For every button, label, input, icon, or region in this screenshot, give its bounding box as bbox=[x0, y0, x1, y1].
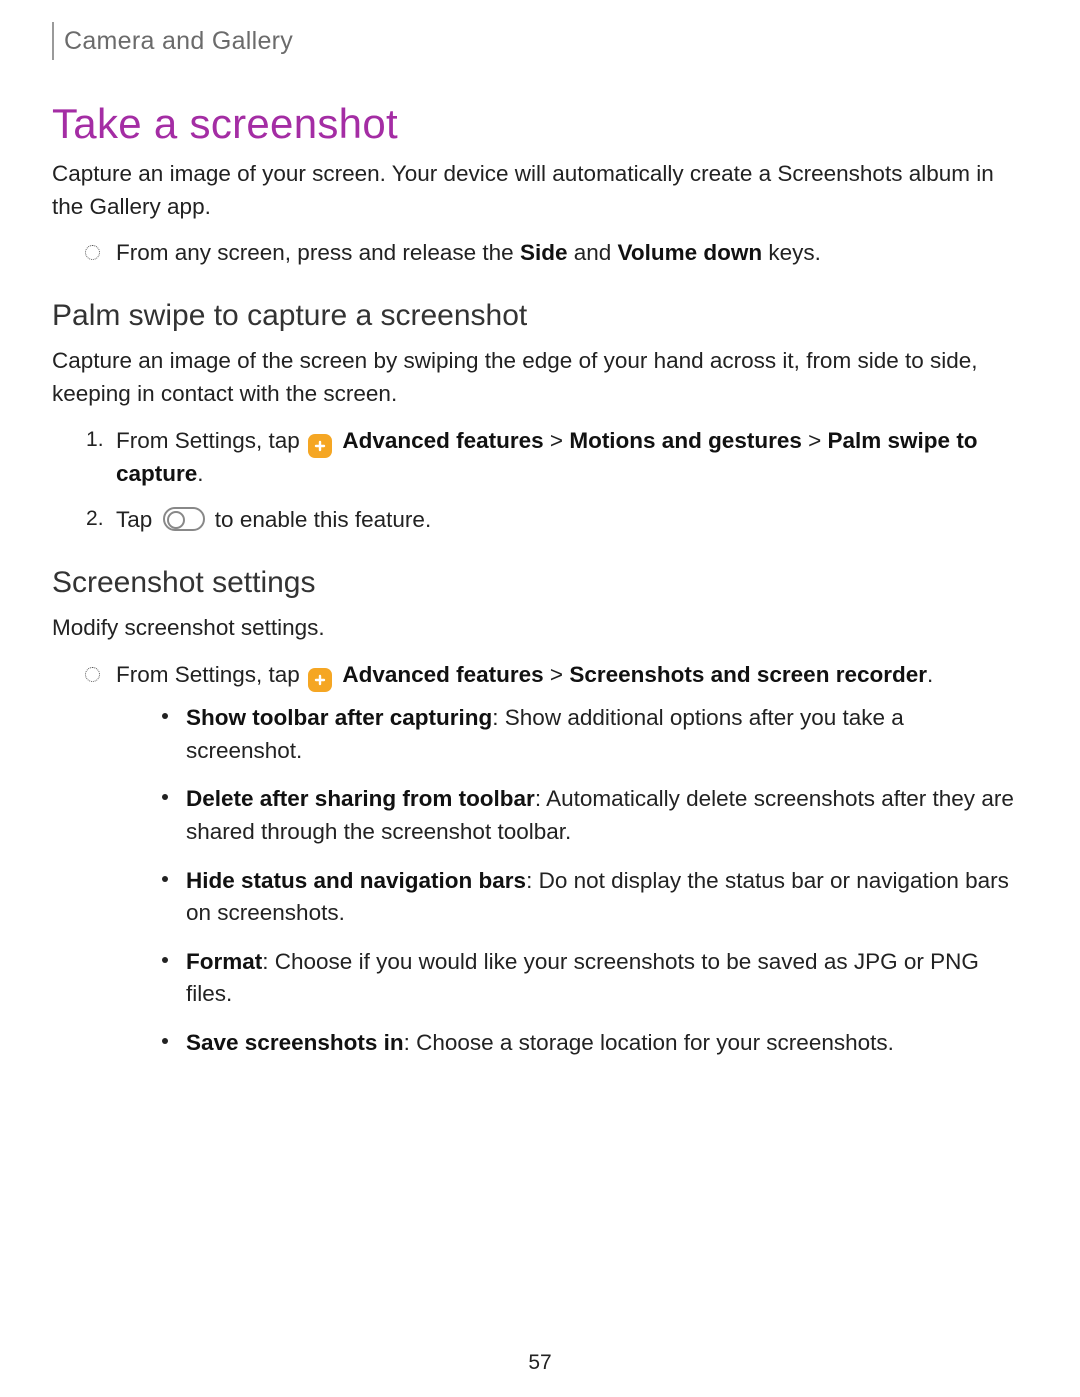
settings-options: Show toolbar after capturing: Show addit… bbox=[156, 702, 1020, 1060]
body: Capture an image of your screen. Your de… bbox=[52, 158, 1020, 1060]
settings-lead-sep: > bbox=[544, 662, 570, 687]
page: Camera and Gallery Take a screenshot Cap… bbox=[0, 0, 1080, 1397]
howto-mid: and bbox=[567, 240, 617, 265]
settings-lead-list: From Settings, tap Advanced features > S… bbox=[52, 659, 1020, 1060]
advanced-features-icon bbox=[308, 668, 332, 692]
palm-step1-b1: Advanced features bbox=[342, 428, 543, 453]
settings-lead-b2: Screenshots and screen recorder bbox=[569, 662, 927, 687]
howto-item: From any screen, press and release the S… bbox=[52, 237, 1020, 270]
palm-heading: Palm swipe to capture a screenshot bbox=[52, 294, 1020, 338]
palm-step1-sep1: > bbox=[544, 428, 570, 453]
settings-option: Show toolbar after capturing: Show addit… bbox=[156, 702, 1020, 767]
palm-intro: Capture an image of the screen by swipin… bbox=[52, 345, 1020, 410]
palm-step1-prefix: From Settings, tap bbox=[116, 428, 306, 453]
settings-option: Save screenshots in: Choose a storage lo… bbox=[156, 1027, 1020, 1060]
settings-lead-prefix: From Settings, tap bbox=[116, 662, 306, 687]
palm-step2-suffix: to enable this feature. bbox=[215, 507, 431, 532]
breadcrumb-rule bbox=[52, 22, 54, 60]
howto-key-side: Side bbox=[520, 240, 568, 265]
palm-step1-b2: Motions and gestures bbox=[569, 428, 802, 453]
toggle-icon bbox=[163, 507, 205, 531]
intro-paragraph: Capture an image of your screen. Your de… bbox=[52, 158, 1020, 223]
opt-desc: : Choose a storage location for your scr… bbox=[404, 1030, 894, 1055]
howto-key-voldown: Volume down bbox=[618, 240, 763, 265]
opt-label: Delete after sharing from toolbar bbox=[186, 786, 535, 811]
opt-label: Hide status and navigation bars bbox=[186, 868, 526, 893]
breadcrumb: Camera and Gallery bbox=[64, 27, 293, 56]
page-number: 57 bbox=[0, 1351, 1080, 1375]
opt-label: Show toolbar after capturing bbox=[186, 705, 492, 730]
palm-step-2: Tap to enable this feature. bbox=[52, 504, 1020, 537]
palm-step2-prefix: Tap bbox=[116, 507, 159, 532]
opt-label: Save screenshots in bbox=[186, 1030, 404, 1055]
settings-option: Delete after sharing from toolbar: Autom… bbox=[156, 783, 1020, 848]
settings-heading: Screenshot settings bbox=[52, 561, 1020, 605]
palm-steps: From Settings, tap Advanced features > M… bbox=[52, 425, 1020, 537]
howto-list: From any screen, press and release the S… bbox=[52, 237, 1020, 270]
advanced-features-icon bbox=[308, 434, 332, 458]
palm-step-1: From Settings, tap Advanced features > M… bbox=[52, 425, 1020, 491]
opt-label: Format bbox=[186, 949, 262, 974]
settings-lead-suffix: . bbox=[927, 662, 933, 687]
settings-lead-b1: Advanced features bbox=[342, 662, 543, 687]
settings-option: Hide status and navigation bars: Do not … bbox=[156, 865, 1020, 930]
settings-intro: Modify screenshot settings. bbox=[52, 612, 1020, 645]
howto-prefix: From any screen, press and release the bbox=[116, 240, 520, 265]
breadcrumb-block: Camera and Gallery bbox=[52, 22, 1020, 60]
opt-desc: : Choose if you would like your screensh… bbox=[186, 949, 979, 1007]
settings-lead-item: From Settings, tap Advanced features > S… bbox=[52, 659, 1020, 1060]
settings-option: Format: Choose if you would like your sc… bbox=[156, 946, 1020, 1011]
palm-step1-sep2: > bbox=[802, 428, 828, 453]
page-title: Take a screenshot bbox=[52, 100, 1020, 148]
howto-suffix: keys. bbox=[762, 240, 821, 265]
palm-step1-suffix: . bbox=[197, 461, 203, 486]
